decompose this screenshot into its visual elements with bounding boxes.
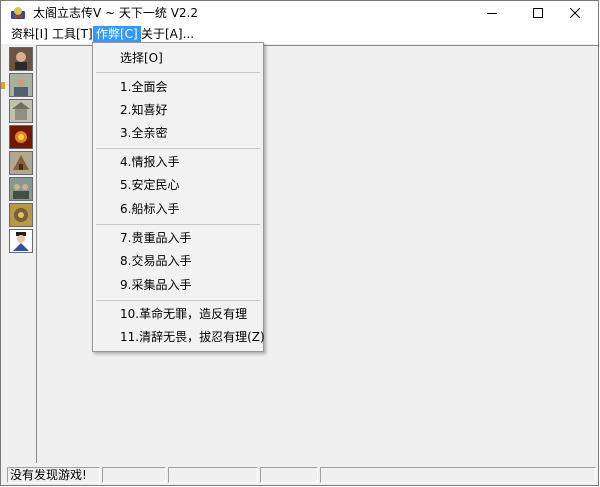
app-icon	[11, 7, 25, 19]
status-pane-3	[168, 467, 258, 483]
menu-item-get-gathered-goods[interactable]: 9.采集品入手	[120, 277, 191, 293]
maximize-icon	[533, 8, 543, 18]
window-title: 太阁立志传V ~ 天下一统 V2.2	[33, 6, 199, 20]
menu-item-get-valuables[interactable]: 7.贵重品入手	[120, 230, 191, 246]
portrait-icon	[10, 48, 32, 70]
menu-item-get-ship-marks[interactable]: 6.船标入手	[120, 201, 179, 217]
menu-about[interactable]: 关于[A]...	[138, 26, 197, 43]
portrait-icon	[10, 178, 32, 200]
portrait-icon	[10, 152, 32, 174]
menu-item-get-intel[interactable]: 4.情报入手	[120, 154, 179, 170]
menu-tools[interactable]: 工具[T]	[49, 26, 96, 43]
menu-item-revolution[interactable]: 10.革命无罪，造反有理	[120, 306, 247, 322]
sidebar-toolbar	[7, 45, 35, 463]
portrait-5-button[interactable]	[9, 151, 33, 175]
menu-separator	[96, 72, 260, 73]
portrait-7-button[interactable]	[9, 203, 33, 227]
app-window: 太阁立志传V ~ 天下一统 V2.2 资料[I] 工具[T] 作弊[C] 关于[…	[0, 0, 599, 486]
portrait-6-button[interactable]	[9, 177, 33, 201]
menu-separator	[96, 224, 260, 225]
title-bar[interactable]: 太阁立志传V ~ 天下一统 V2.2	[1, 1, 598, 25]
portrait-1-button[interactable]	[9, 47, 33, 71]
close-button[interactable]	[552, 1, 598, 25]
menu-data[interactable]: 资料[I]	[8, 26, 51, 43]
menu-item-get-trade-goods[interactable]: 8.交易品入手	[120, 253, 191, 269]
status-pane-5	[320, 467, 596, 483]
menu-item-full-intimacy[interactable]: 3.全亲密	[120, 125, 167, 141]
status-pane-2	[102, 467, 166, 483]
menu-bar: 资料[I] 工具[T] 作弊[C] 关于[A]...	[1, 25, 598, 44]
portrait-icon	[10, 204, 32, 226]
portrait-icon	[10, 126, 32, 148]
portrait-icon	[10, 100, 32, 122]
menu-cheat[interactable]: 作弊[C]	[93, 26, 141, 43]
status-bar: 没有发现游戏!	[1, 465, 598, 485]
menu-separator	[96, 148, 260, 149]
menu-item-fearless[interactable]: 11.清辞无畏，拔忍有理(Z)	[120, 329, 265, 345]
portrait-4-button[interactable]	[9, 125, 33, 149]
minimize-icon	[487, 13, 497, 14]
menu-item-stabilize-people[interactable]: 5.安定民心	[120, 177, 179, 193]
cheat-dropdown-menu: 选择[O] 1.全面会 2.知喜好 3.全亲密 4.情报入手 5.安定民心 6.…	[92, 42, 265, 352]
portrait-icon	[10, 230, 32, 252]
menu-separator	[96, 300, 260, 301]
close-icon	[570, 8, 580, 18]
menu-item-meet-all[interactable]: 1.全面会	[120, 79, 167, 95]
portrait-2-button[interactable]	[9, 73, 33, 97]
status-message: 没有发现游戏!	[7, 467, 100, 483]
menu-item-select[interactable]: 选择[O]	[120, 50, 163, 66]
portrait-8-button[interactable]	[9, 229, 33, 253]
portrait-icon	[10, 74, 32, 96]
menu-item-know-preferences[interactable]: 2.知喜好	[120, 102, 167, 118]
minimize-button[interactable]	[469, 1, 515, 25]
portrait-3-button[interactable]	[9, 99, 33, 123]
edge-artifact	[1, 82, 5, 89]
status-pane-4	[260, 467, 318, 483]
